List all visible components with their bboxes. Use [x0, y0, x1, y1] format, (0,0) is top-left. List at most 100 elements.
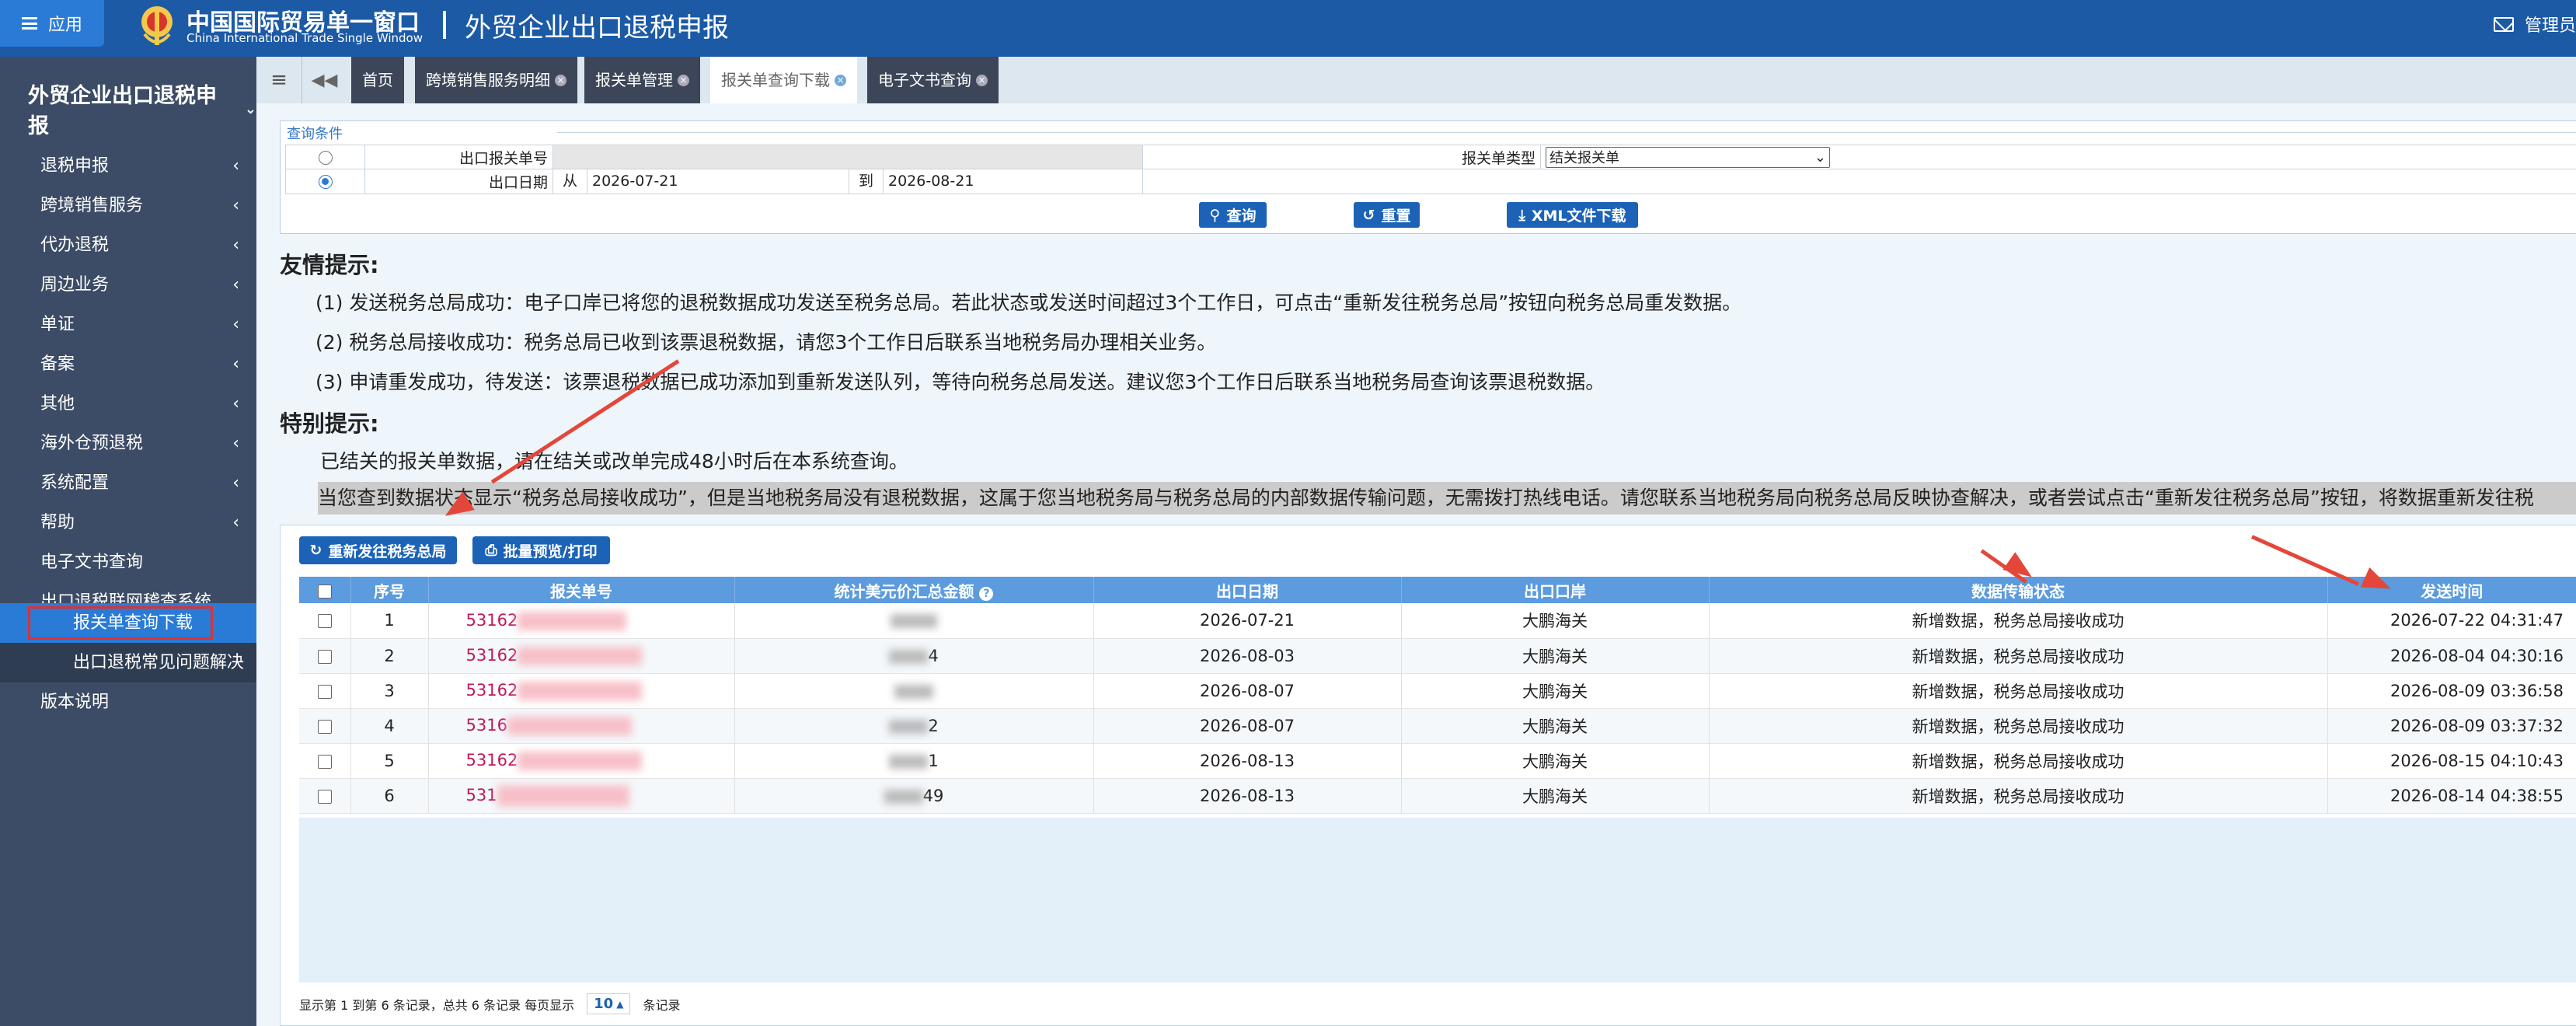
tab-declaration-download[interactable]: 报关单查询下载 ×: [710, 57, 857, 103]
tab-home[interactable]: 首页: [351, 57, 404, 103]
table-row[interactable]: 2 53162 4 2026-08-03 大鹏海关 新增数据，税务总局接收成功 …: [299, 638, 2576, 674]
title-divider: [443, 11, 446, 39]
row-decl-no[interactable]: 53162: [428, 638, 735, 674]
chevron-left-icon: ‹: [232, 156, 239, 176]
sidebar-item-label: 代办退税: [40, 236, 110, 255]
sidebar-item-e-document[interactable]: 电子文书查询: [0, 543, 256, 582]
col-no[interactable]: 序号: [350, 577, 429, 603]
user-name[interactable]: 管理员: [2525, 12, 2576, 37]
sidebar-item-declaration-download[interactable]: 报关单查询下载: [0, 603, 256, 643]
row-amount: 2: [734, 708, 1094, 744]
row-status: 新增数据，税务总局接收成功: [1709, 778, 2328, 814]
page-size-select[interactable]: 10 ▲: [587, 993, 631, 1014]
row-status: 新增数据，税务总局接收成功: [1709, 603, 2328, 639]
sidebar-item-filing[interactable]: 备案 ‹: [0, 344, 256, 384]
table-row[interactable]: 5 53162 1 2026-08-13 大鹏海关 新增数据，税务总局接收成功 …: [299, 743, 2576, 779]
row-checkbox[interactable]: [317, 684, 332, 699]
row-checkbox[interactable]: [317, 719, 332, 734]
tab-cross-border-detail[interactable]: 跨境销售服务明细 ×: [415, 57, 577, 103]
table-row[interactable]: 4 5316 2 2026-08-07 大鹏海关 新增数据，税务总局接收成功 2…: [299, 708, 2576, 744]
to-label: 到: [849, 169, 884, 194]
sidebar-item-version[interactable]: 版本说明: [0, 682, 256, 722]
sidebar: 外贸企业出口退税申报 ⌄ 退税申报 ‹ 跨境销售服务 ‹ 代办退税 ‹ 周边业务 ‹ 单…: [0, 57, 256, 1026]
close-icon[interactable]: ×: [555, 74, 566, 86]
table-row[interactable]: 3 53162 2026-08-07 大鹏海关 新增数据，税务总局接收成功 20…: [299, 673, 2576, 709]
row-status: 新增数据，税务总局接收成功: [1709, 743, 2328, 779]
chevron-down-icon: ⌄: [244, 100, 256, 117]
row-decl-no[interactable]: 5316: [428, 708, 735, 744]
decl-type-select[interactable]: 结关报关单 ⌄: [1546, 146, 1830, 168]
row-no: 4: [350, 708, 429, 744]
date-to-input[interactable]: 2026-08-21: [884, 169, 1142, 194]
row-decl-no[interactable]: 53162: [428, 743, 735, 779]
help-icon[interactable]: ?: [979, 586, 994, 601]
close-icon[interactable]: ×: [678, 74, 689, 86]
sidebar-item-cross-border[interactable]: 跨境销售服务 ‹: [0, 186, 256, 225]
redacted-block: [507, 717, 632, 735]
sidebar-item-help[interactable]: 帮助 ‹: [0, 503, 256, 543]
sidebar-item-faq[interactable]: 出口退税常见问题解决: [0, 643, 256, 682]
app-menu-button[interactable]: 应用: [0, 0, 104, 47]
resend-button[interactable]: ↻ 重新发往税务总局: [299, 536, 457, 564]
chevron-left-icon: ‹: [232, 236, 239, 255]
row-checkbox[interactable]: [317, 649, 332, 664]
radio-export-date[interactable]: [318, 175, 333, 189]
amount-text: 49: [922, 786, 944, 805]
row-port: 大鹏海关: [1401, 638, 1710, 674]
mail-icon[interactable]: [2493, 16, 2514, 32]
tab-declaration-management[interactable]: 报关单管理 ×: [584, 57, 700, 103]
sidebar-header[interactable]: 外贸企业出口退税申报 ⌄: [28, 79, 256, 139]
tab-e-document[interactable]: 电子文书查询 ×: [867, 57, 999, 103]
col-amount[interactable]: 统计美元价汇总金额 ?: [734, 577, 1094, 603]
select-all-checkbox[interactable]: [317, 584, 332, 598]
reset-button[interactable]: ↺ 重置: [1354, 202, 1420, 228]
tab-scroll-left-icon[interactable]: ◀◀: [302, 57, 347, 103]
date-from-input[interactable]: 2026-07-21: [587, 169, 849, 194]
col-decl-no[interactable]: 报关单号: [428, 577, 735, 603]
decl-no-input[interactable]: [552, 145, 1143, 169]
menu-toggle-icon[interactable]: ≡: [256, 57, 302, 103]
chevron-left-icon: ‹: [232, 354, 239, 374]
col-port[interactable]: 出口口岸: [1401, 577, 1710, 603]
sidebar-item-overseas-warehouse[interactable]: 海外仓预退税 ‹: [0, 424, 256, 463]
system-title: 外贸企业出口退税申报: [465, 12, 729, 44]
row-checkbox[interactable]: [317, 789, 332, 804]
row-no: 5: [350, 743, 429, 779]
sidebar-item-tax-refund[interactable]: 退税申报 ‹: [0, 146, 256, 186]
row-decl-no[interactable]: 53162: [428, 673, 735, 709]
table-row[interactable]: 1 53162 2026-07-21 大鹏海关 新增数据，税务总局接收成功 20…: [299, 603, 2576, 639]
decl-no-text: 5316: [465, 716, 507, 735]
chevron-left-icon: ‹: [232, 196, 239, 215]
redacted-block: [518, 682, 643, 700]
sidebar-item-other[interactable]: 其他 ‹: [0, 384, 256, 424]
decl-no-text: 53162: [465, 751, 518, 770]
row-decl-no[interactable]: 531: [428, 778, 735, 814]
export-date-label: 出口日期: [364, 169, 553, 194]
row-amount: 49: [734, 778, 1094, 814]
sidebar-item-label: 退税申报: [40, 156, 110, 176]
row-decl-no[interactable]: 53162: [428, 603, 735, 639]
row-checkbox[interactable]: [317, 754, 332, 769]
col-export-date[interactable]: 出口日期: [1093, 577, 1402, 603]
brand-name-en: China International Trade Single Window: [186, 31, 423, 45]
sidebar-item-agent-refund[interactable]: 代办退税 ‹: [0, 225, 256, 265]
single-window-logo: [141, 6, 173, 45]
row-checkbox[interactable]: [317, 614, 332, 629]
declaration-table: 序号 报关单号 统计美元价汇总金额 ? 出口日期 出口口岸 数据传输状态 发送时…: [299, 577, 2576, 814]
close-icon[interactable]: ×: [976, 74, 988, 86]
xml-download-button[interactable]: ⤓ XML文件下载: [1507, 202, 1638, 228]
sidebar-item-label: 出口退税常见问题解决: [73, 653, 245, 672]
decl-no-text: 53162: [465, 681, 518, 700]
query-button[interactable]: ⚲ 查询: [1199, 202, 1267, 228]
close-icon[interactable]: ×: [835, 74, 846, 86]
batch-print-button[interactable]: ⎙ 批量预览/打印: [472, 536, 610, 564]
user-menu[interactable]: 管理员: [2493, 12, 2576, 37]
table-row[interactable]: 6 531 49 2026-08-13 大鹏海关 新增数据，税务总局接收成功 2…: [299, 778, 2576, 814]
amount-text: 2: [928, 716, 939, 735]
radio-decl-no[interactable]: [318, 150, 333, 165]
sidebar-item-peripheral[interactable]: 周边业务 ‹: [0, 265, 256, 305]
sidebar-item-system-config[interactable]: 系统配置 ‹: [0, 463, 256, 503]
row-sent-time: 2026-07-22 04:31:47: [2327, 603, 2576, 639]
sidebar-item-documents[interactable]: 单证 ‹: [0, 305, 256, 344]
tab-label: 跨境销售服务明细: [426, 71, 550, 89]
